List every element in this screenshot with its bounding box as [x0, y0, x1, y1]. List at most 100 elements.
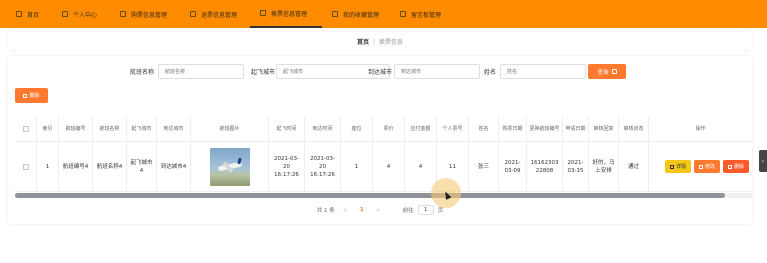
breadcrumb: 首页 / 换票信息 — [8, 32, 752, 50]
page-number-current[interactable]: 1 — [360, 207, 364, 213]
header-arrive-time: 到达时间 — [305, 116, 341, 141]
header-ticket-no: 个人票号 — [437, 116, 469, 141]
nav-item-profile[interactable]: 个人中心 — [52, 0, 110, 28]
cell-to-city: 到达城市4 — [157, 142, 191, 191]
scrollbar-thumb[interactable] — [15, 193, 725, 198]
nav-item-label: 退票信息管理 — [201, 11, 238, 19]
name-label: 姓名 — [484, 69, 497, 76]
nav-item-label: 留言板管理 — [411, 11, 442, 19]
header-name: 姓名 — [469, 116, 499, 141]
delete-label: 删除 — [734, 163, 745, 170]
airplane-image — [209, 147, 250, 186]
detail-icon — [670, 164, 674, 169]
delete-button[interactable]: 删除 — [723, 160, 750, 173]
to-city-label: 到达城市 — [368, 69, 393, 76]
nav-item-label: 我的收藏管理 — [343, 11, 380, 19]
prev-page-button[interactable]: < — [343, 207, 348, 214]
pagination: 共 1 条 < 1 > 前往 1 页 — [8, 204, 752, 216]
header-apply-date: 申请日期 — [563, 116, 589, 141]
page-jump-input[interactable]: 1 — [417, 205, 434, 215]
nav-item-label: 换票信息管理 — [271, 10, 308, 18]
nav-item-exchange[interactable]: 换票信息管理 — [250, 0, 322, 28]
header-amount: 应付金额 — [405, 116, 437, 141]
refund-icon — [190, 11, 196, 17]
header-actions: 操作 — [695, 125, 706, 132]
cell-price: 4 — [373, 142, 405, 191]
header-depart-time: 起飞时间 — [269, 116, 305, 141]
search-icon — [611, 69, 617, 74]
from-city-label: 起飞城市 — [251, 69, 276, 76]
top-nav: 首页 个人中心 购票信息管理 退票信息管理 换票信息管理 我的收藏管理 留言板管… — [0, 0, 767, 28]
header-flight-name: 航班名称 — [93, 116, 127, 141]
header-index: 索引 — [37, 116, 59, 141]
cell-flight-no: 航班编号4 — [59, 142, 93, 191]
query-button[interactable]: 查询 — [588, 64, 626, 79]
header-purchase-date: 购票日期 — [499, 116, 527, 141]
cell-name: 张三 — [469, 142, 499, 191]
to-city-input[interactable] — [394, 64, 480, 79]
header-seat: 座位 — [341, 116, 373, 141]
cell-seat: 1 — [341, 142, 373, 191]
next-page-button[interactable]: > — [376, 207, 381, 214]
cell-flight-image — [191, 142, 269, 191]
cell-apply-date: 2021-03-15 — [563, 142, 589, 191]
favorite-icon — [332, 11, 338, 17]
bulk-delete-button[interactable]: 删除 — [15, 88, 48, 103]
detail-label: 详情 — [676, 163, 687, 170]
header-new-flight-no: 更换航班编号 — [527, 116, 563, 141]
exchange-table: 索引 航班编号 航班名称 起飞城市 到达城市 航班图片 起飞时间 到达时间 座位… — [15, 116, 752, 192]
detail-button[interactable]: 详情 — [665, 160, 692, 173]
nav-item-label: 个人中心 — [73, 11, 98, 19]
cell-reply: 好的，马上安排 — [589, 142, 619, 191]
header-flight-no: 航班编号 — [59, 116, 93, 141]
delete-icon — [23, 93, 28, 98]
search-bar: 航班名称 起飞城市 到达城市 姓名 查询 — [8, 64, 752, 80]
side-collapse-handle[interactable]: › — [759, 150, 767, 172]
name-input[interactable] — [500, 64, 586, 79]
nav-item-favorites[interactable]: 我的收藏管理 — [322, 0, 390, 28]
header-from-city: 起飞城市 — [127, 116, 157, 141]
nav-item-label: 购票信息管理 — [131, 11, 168, 19]
exchange-icon — [260, 10, 266, 16]
breadcrumb-current: 换票信息 — [379, 38, 404, 46]
bulk-delete-label: 删除 — [29, 93, 40, 99]
user-icon — [62, 11, 68, 17]
cell-actions: 详情 修改 删除 — [649, 142, 752, 191]
header-price: 票价 — [373, 116, 405, 141]
cell-purchase-date: 2021-03-09 — [499, 142, 527, 191]
nav-item-messages[interactable]: 留言板管理 — [390, 0, 458, 28]
nav-item-refund[interactable]: 退票信息管理 — [180, 0, 250, 28]
home-icon — [16, 11, 22, 17]
nav-item-home[interactable]: 首页 — [6, 0, 52, 28]
breadcrumb-home[interactable]: 首页 — [357, 37, 369, 46]
row-checkbox[interactable] — [22, 163, 29, 170]
horizontal-scrollbar[interactable] — [15, 193, 752, 198]
flight-name-input[interactable] — [158, 64, 244, 79]
edit-button[interactable]: 修改 — [694, 160, 721, 173]
header-flight-image: 航班图片 — [191, 116, 269, 141]
cell-index: 1 — [37, 142, 59, 191]
query-button-label: 查询 — [597, 69, 609, 76]
cell-flight-name: 航班名称4 — [93, 142, 127, 191]
edit-icon — [699, 164, 704, 169]
goto-label: 前往 — [402, 208, 414, 214]
cell-depart-time: 2021-03-20 16:17:26 — [269, 142, 305, 191]
nav-item-purchase[interactable]: 购票信息管理 — [110, 0, 180, 28]
goto-page: 前往 1 页 — [402, 205, 443, 215]
table-header: 索引 航班编号 航班名称 起飞城市 到达城市 航班图片 起飞时间 到达时间 座位… — [15, 116, 752, 142]
cell-from-city: 起飞城市4 — [127, 142, 157, 191]
edit-label: 修改 — [705, 163, 716, 170]
main-panel: 航班名称 起飞城市 到达城市 姓名 查询 删除 索引 航班编号 航班名称 起飞城… — [8, 56, 752, 224]
total-count: 共 1 条 — [316, 208, 335, 214]
header-status: 审核状态 — [619, 116, 649, 141]
header-to-city: 到达城市 — [157, 116, 191, 141]
table-row: 1 航班编号4 航班名称4 起飞城市4 到达城市4 2021-03-20 16:… — [15, 142, 752, 192]
cell-arrive-time: 2021-03-20 16:17:26 — [305, 142, 341, 191]
breadcrumb-separator: / — [372, 37, 376, 45]
select-all-checkbox[interactable] — [22, 125, 29, 132]
row-select[interactable] — [15, 142, 37, 191]
header-reply: 审核回复 — [589, 116, 619, 141]
header-select-all[interactable] — [15, 116, 37, 141]
flight-name-label: 航班名称 — [130, 69, 155, 76]
nav-item-label: 首页 — [27, 11, 40, 19]
